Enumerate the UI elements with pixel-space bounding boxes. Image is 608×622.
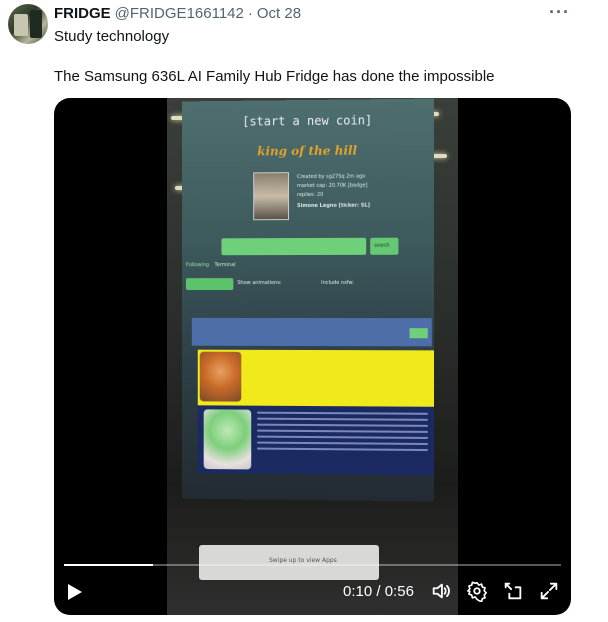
coin-replies: replies: 20 — [297, 191, 324, 199]
author-handle[interactable]: @FRIDGE1661142 — [115, 5, 244, 23]
tweet-date[interactable]: Oct 28 — [257, 5, 301, 23]
screen-info-box — [191, 317, 432, 347]
video-progress-fill — [64, 564, 153, 566]
swipe-text: Swipe up to view Apps — [269, 557, 337, 564]
screen-search-input — [221, 237, 367, 256]
screen-coin-row-highlighted — [197, 349, 434, 407]
avatar-detail — [14, 14, 28, 36]
volume-icon[interactable] — [430, 580, 452, 602]
coin-created-by: Created by sg27Sq 2m ago — [297, 173, 366, 181]
coin-market-cap: market cap: 20.70K [badge] — [297, 182, 368, 190]
screen-search-button: search — [370, 237, 399, 255]
avatar-detail — [30, 10, 42, 38]
coin-thumbnail — [203, 409, 252, 470]
start-new-coin-link: [start a new coin] — [242, 113, 373, 129]
screen-tab-terminal: Terminal — [214, 262, 236, 269]
video-frame: [start a new coin] king of the hill Crea… — [167, 98, 458, 615]
video-duration: 0:56 — [384, 583, 414, 600]
video-controls: 0:10 / 0:56 — [54, 576, 571, 606]
video-time: 0:10 / 0:56 — [343, 583, 414, 600]
settings-icon[interactable] — [466, 580, 488, 602]
king-of-the-hill-heading: king of the hill — [257, 143, 358, 159]
play-icon[interactable] — [68, 584, 82, 600]
screen-search-label: search — [374, 242, 390, 249]
include-nsfw-label: Include nsfw: — [321, 279, 354, 286]
header-separator: · — [247, 5, 253, 22]
screen-coin-row — [197, 405, 434, 476]
fridge-swipe-bar: Swipe up to view Apps — [199, 545, 379, 580]
tweet: FRIDGE @FRIDGE1661142 · Oct 28 ··· Study… — [0, 0, 608, 622]
screen-info-button — [409, 328, 428, 339]
pip-icon[interactable] — [502, 580, 524, 602]
tweet-text: The Samsung 636L AI Family Hub Fridge ha… — [54, 68, 495, 85]
avatar[interactable] — [8, 4, 48, 44]
video-time-separator: / — [372, 583, 385, 600]
screen-tab-following: Following — [185, 262, 210, 269]
author-name[interactable]: FRIDGE — [54, 5, 111, 23]
screen-options: Show animations: Include nsfw: — [237, 280, 354, 286]
coin-details — [257, 411, 428, 454]
video-player[interactable]: [start a new coin] king of the hill Crea… — [54, 98, 571, 615]
fullscreen-icon[interactable] — [538, 580, 560, 602]
tweet-subtitle: Study technology — [54, 28, 170, 45]
tweet-header: FRIDGE @FRIDGE1661142 · Oct 28 — [54, 5, 301, 23]
coin-image — [253, 172, 290, 221]
fridge-screen: [start a new coin] king of the hill Crea… — [181, 98, 434, 502]
screen-tabs: Following Terminal — [186, 262, 236, 268]
video-progress-bar[interactable] — [64, 564, 561, 566]
screen-featured-button — [185, 278, 234, 291]
more-options-icon[interactable]: ··· — [549, 2, 570, 23]
show-animations-label: Show animations: — [237, 280, 282, 287]
coin-name: Simone Legno [ticker: SL] — [297, 202, 370, 210]
video-current-time: 0:10 — [343, 583, 373, 600]
coin-thumbnail — [199, 351, 242, 402]
